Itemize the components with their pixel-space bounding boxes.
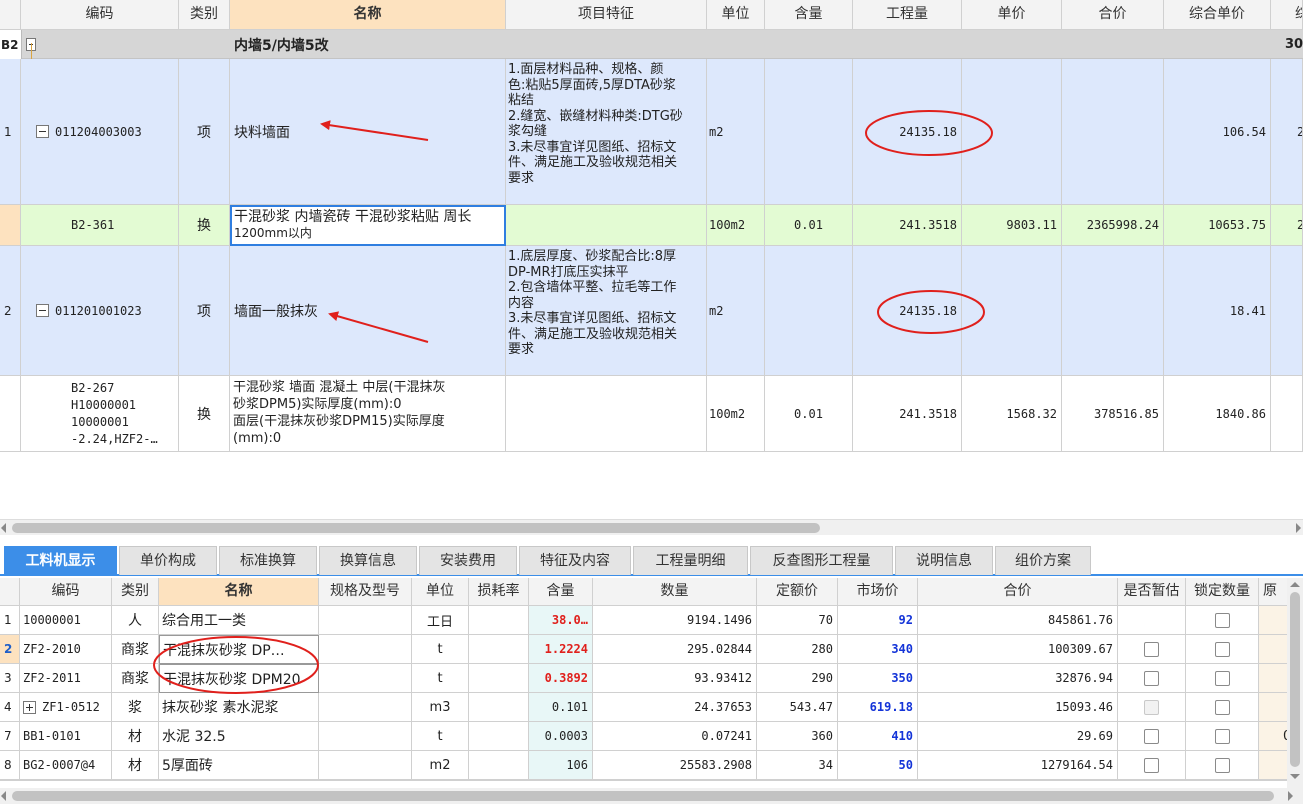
annotation-arrow	[320, 120, 429, 141]
annotation-arrow	[328, 311, 429, 343]
annotation-circle	[865, 110, 993, 156]
annotation-circle	[877, 290, 985, 334]
annotation-circle	[153, 636, 319, 694]
annotation-overlay	[153, 110, 993, 694]
